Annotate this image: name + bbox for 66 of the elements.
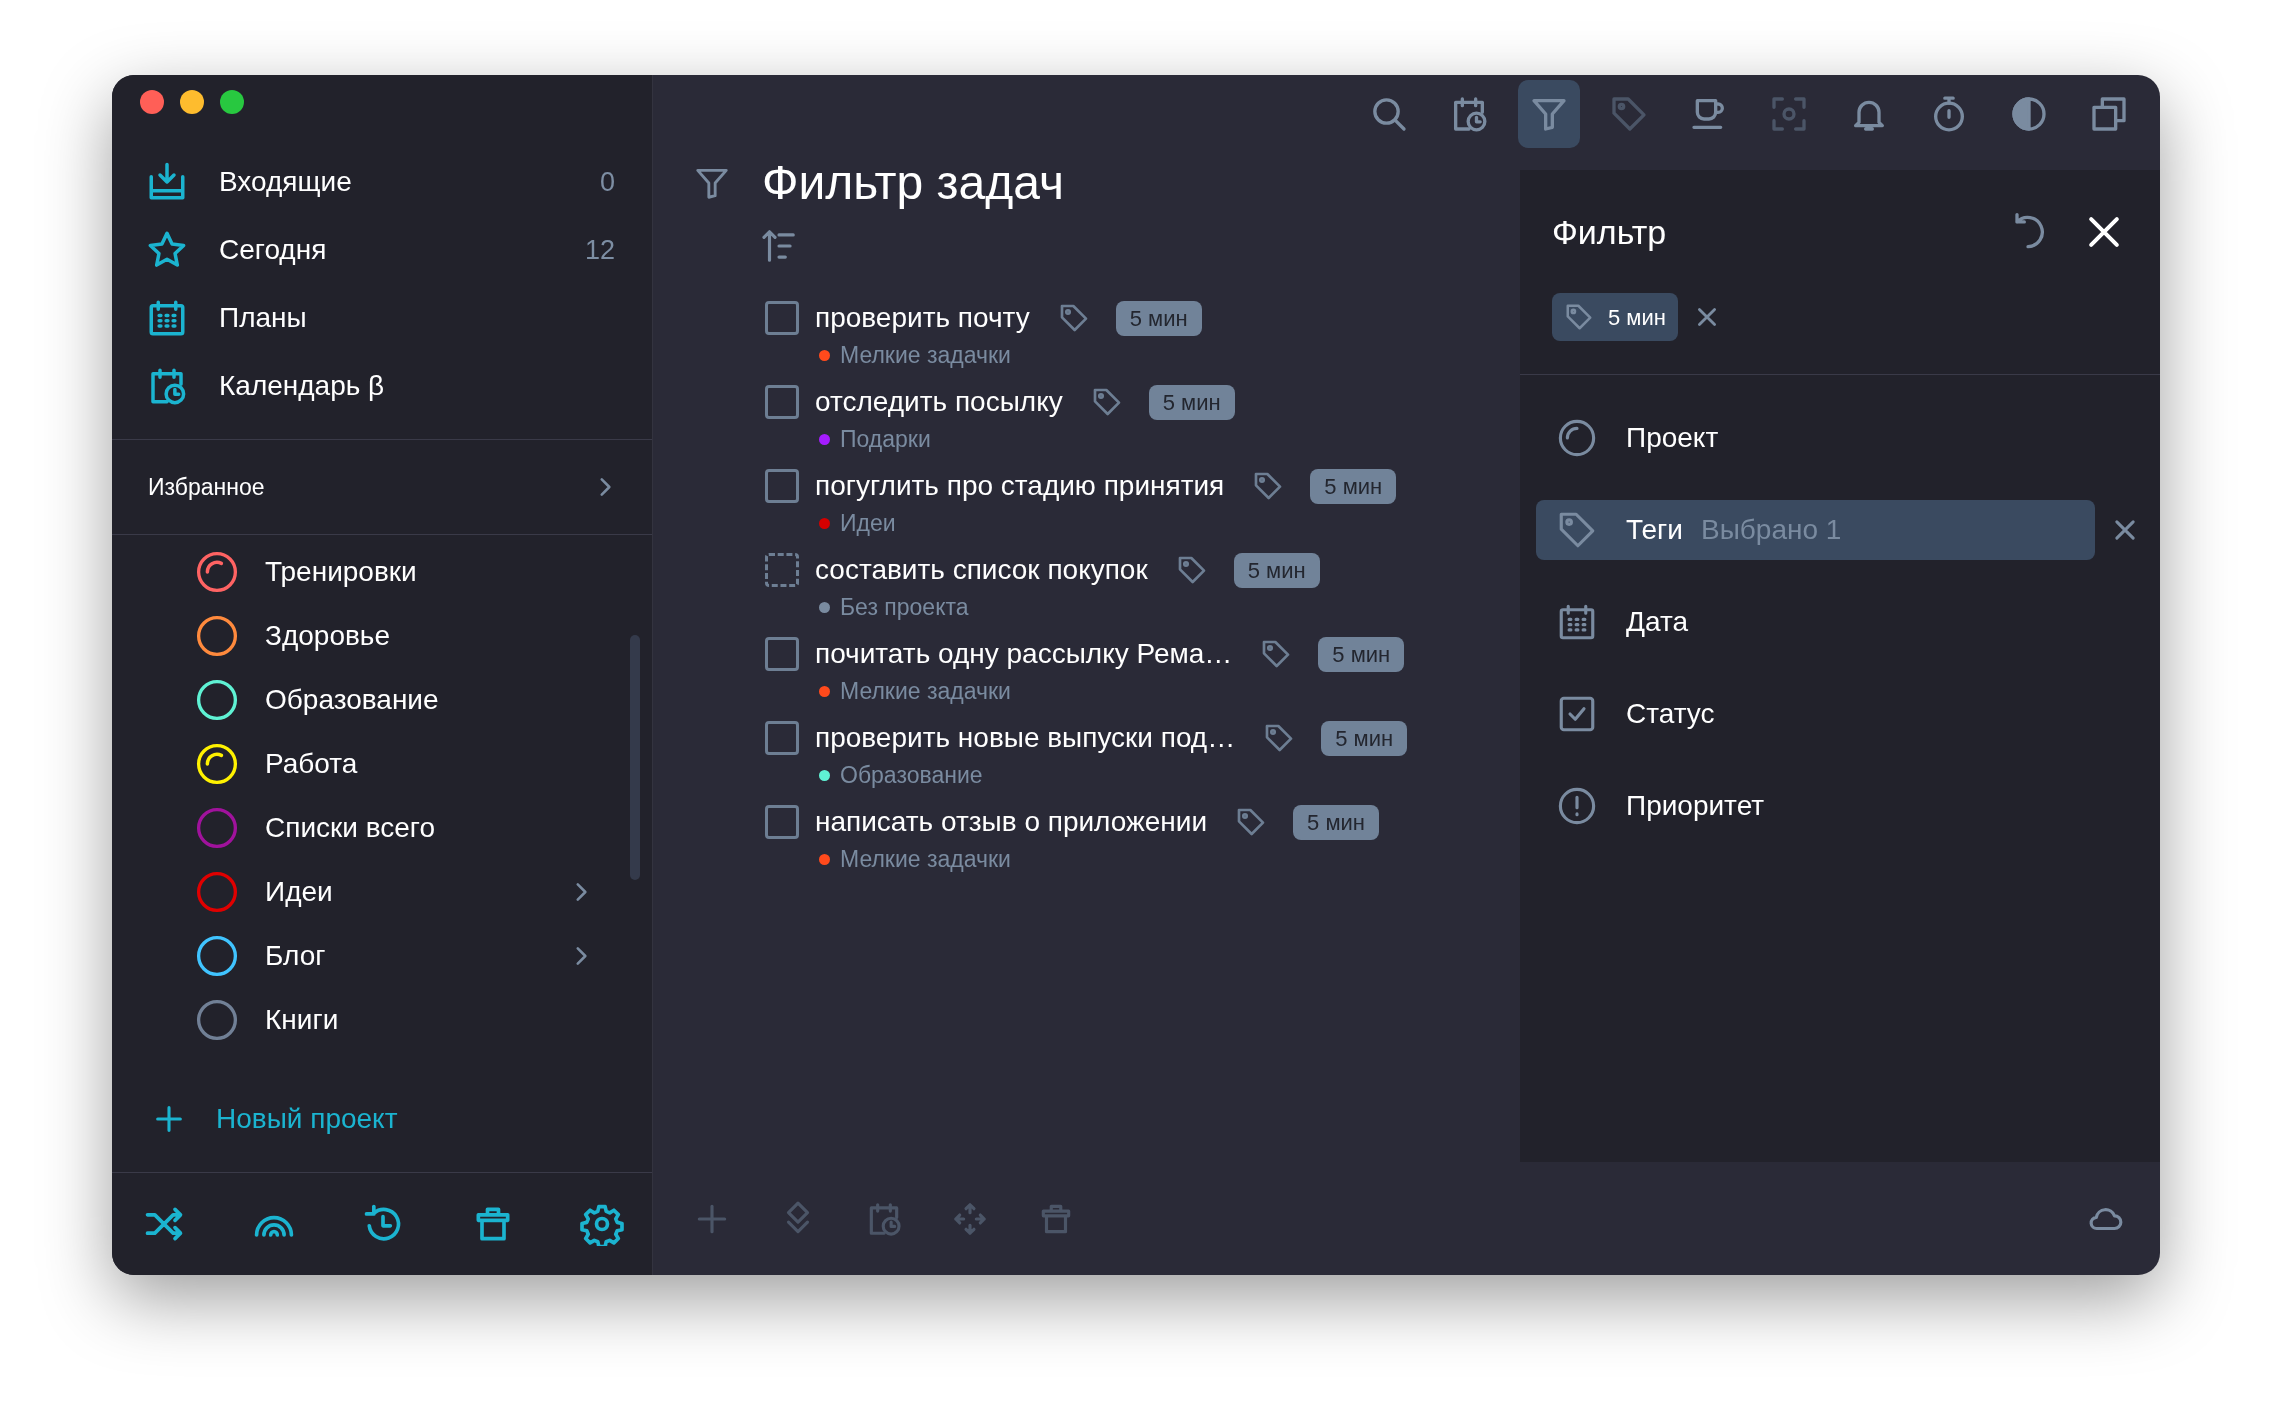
task-title[interactable]: почитать одну рассылку Рема…: [815, 633, 1233, 675]
task-checkbox[interactable]: [765, 637, 799, 671]
tag-label: 5 мин: [1318, 636, 1405, 672]
tag-label: 5 мин: [1293, 804, 1379, 840]
project-name[interactable]: Блог: [265, 934, 568, 977]
item-count: 0: [599, 165, 615, 199]
panel-title: Фильтр: [1552, 211, 1668, 253]
project-name: Образование: [840, 760, 983, 790]
filter-criterion[interactable]: Проект: [1536, 408, 2095, 468]
focus-frame-icon: [1769, 94, 1809, 134]
tag-label: 5 мин: [1310, 468, 1397, 504]
ring-icon: [1556, 417, 1598, 459]
nav-item[interactable]: Входящие: [219, 160, 600, 203]
nav-item[interactable]: Сегодня: [219, 228, 585, 271]
chip-label: 5 мин: [1608, 303, 1666, 332]
nav-item[interactable]: Планы: [219, 296, 615, 339]
project-name: Без проекта: [840, 592, 969, 622]
task-checkbox[interactable]: [765, 553, 799, 587]
project-name[interactable]: Списки всего: [265, 806, 594, 849]
filter-criterion[interactable]: Дата: [1536, 592, 2095, 652]
project-name: Мелкие задачки: [840, 844, 1011, 874]
task-checkbox[interactable]: [765, 805, 799, 839]
task-title[interactable]: погуглить про стадию принятия: [815, 465, 1225, 507]
task-title[interactable]: проверить новые выпуски под…: [815, 717, 1236, 759]
filter-criterion[interactable]: Статус: [1536, 684, 2095, 744]
project-name[interactable]: Книги: [265, 998, 594, 1041]
tag-label: 5 мин: [1115, 300, 1202, 336]
task-checkbox[interactable]: [765, 721, 799, 755]
window-control[interactable]: [220, 89, 244, 114]
project-name: Идеи: [840, 508, 896, 538]
nav-item[interactable]: Календарь β: [219, 364, 615, 407]
task-title[interactable]: проверить почту: [815, 297, 1030, 339]
contrast-icon: [2009, 94, 2049, 134]
item-count: 12: [584, 233, 615, 267]
tag-label: 5 мин: [1321, 720, 1408, 756]
toolbar-button[interactable]: [1518, 80, 1580, 148]
project-name: Мелкие задачки: [840, 676, 1011, 706]
window-control[interactable]: [180, 89, 204, 114]
project-name: Подарки: [840, 424, 931, 454]
filter-criterion[interactable]: Приоритет: [1536, 776, 2095, 836]
window-control[interactable]: [140, 89, 164, 114]
sort-icon[interactable]: [760, 227, 798, 265]
task-title[interactable]: написать отзыв о приложении: [815, 801, 1208, 843]
exclamation-circle-icon: [1556, 785, 1598, 827]
favorites-header[interactable]: Избранное: [148, 469, 265, 505]
project-name[interactable]: Здоровье: [265, 614, 594, 657]
task-checkbox[interactable]: [765, 301, 799, 335]
tag-icon: [1609, 94, 1649, 134]
filter-criterion[interactable]: Теги Выбрано 1: [1536, 500, 2095, 560]
copy-icon: [2089, 94, 2129, 134]
filter-chip[interactable]: 5 мин: [1552, 293, 1678, 341]
task-title[interactable]: составить список покупок: [815, 549, 1148, 591]
tag-label: 5 мин: [1233, 552, 1320, 588]
project-name[interactable]: Работа: [265, 742, 594, 785]
project-name[interactable]: Идеи: [265, 870, 568, 913]
scrollbar[interactable]: [630, 634, 640, 880]
project-name[interactable]: Тренировки: [265, 550, 594, 593]
task-checkbox[interactable]: [765, 469, 799, 503]
task-checkbox[interactable]: [765, 385, 799, 419]
task-title[interactable]: отследить посылку: [815, 381, 1063, 423]
tag-icon: [1564, 302, 1594, 332]
project-name[interactable]: Образование: [265, 678, 594, 721]
page-title: Фильтр задач: [762, 157, 1064, 209]
project-name: Мелкие задачки: [840, 340, 1011, 370]
new-project-link[interactable]: Новый проект: [216, 1098, 398, 1141]
tag-label: 5 мин: [1148, 384, 1235, 420]
